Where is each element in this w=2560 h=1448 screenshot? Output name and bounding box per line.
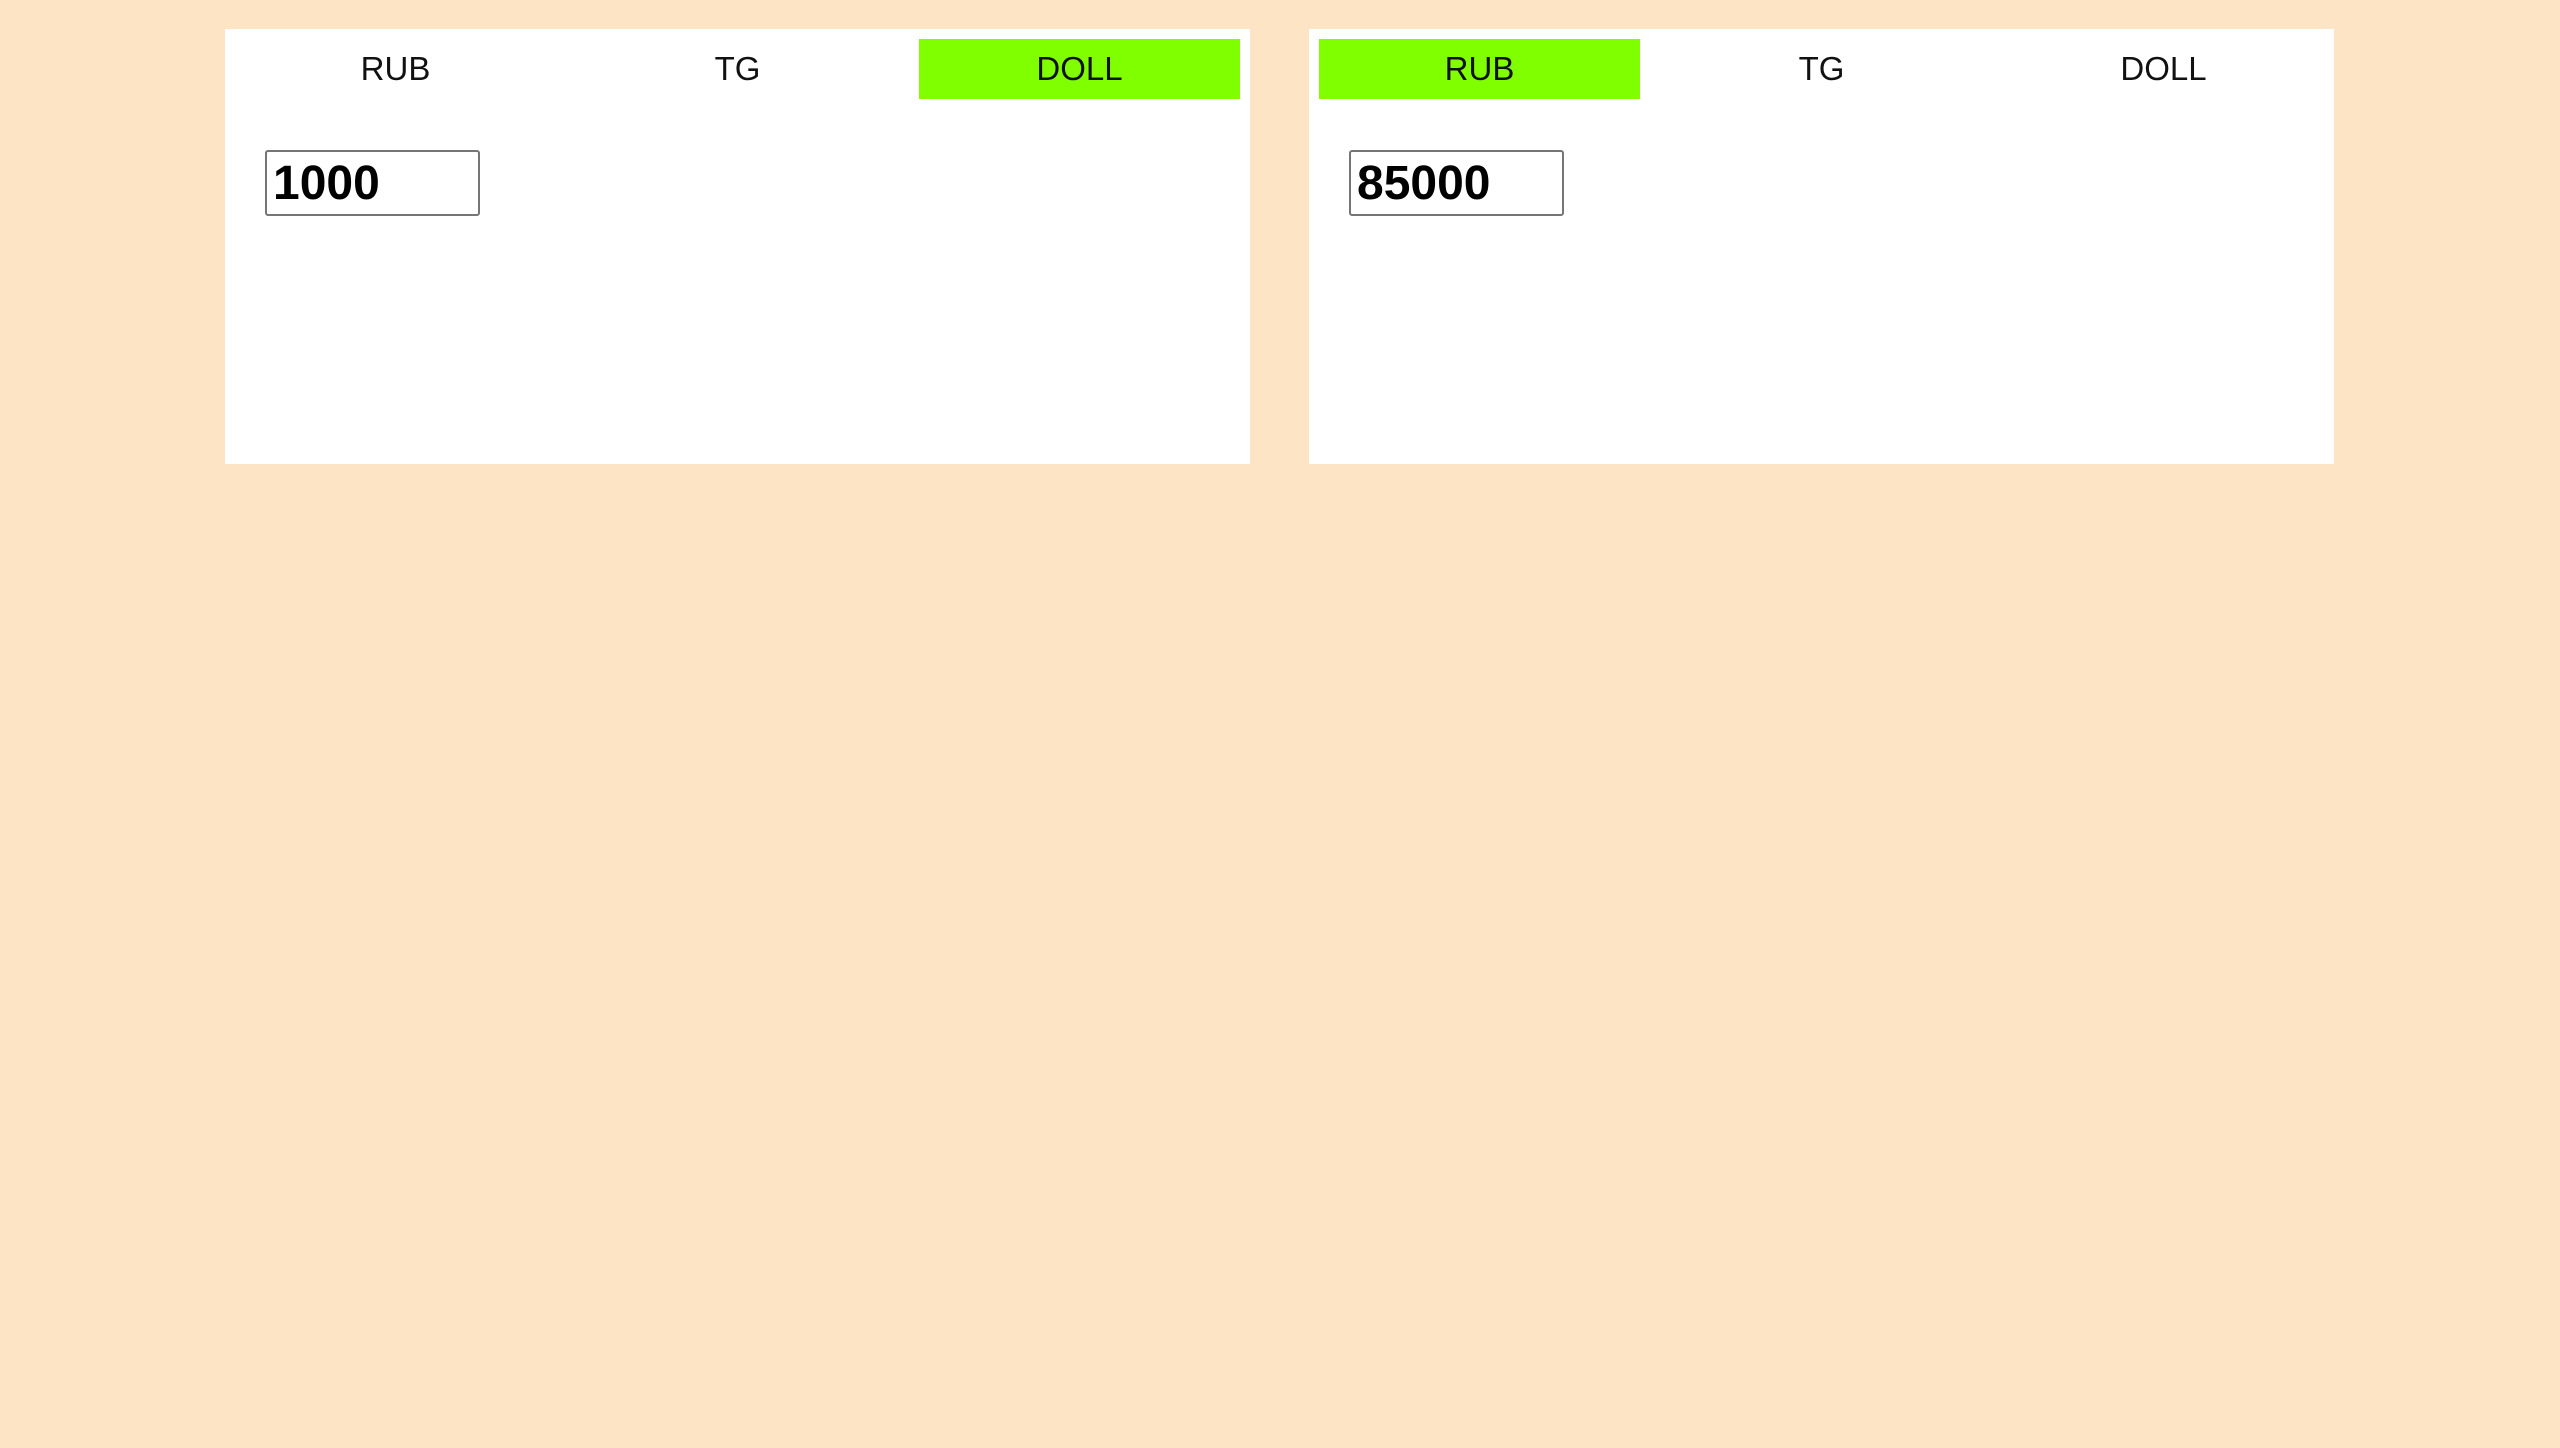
tab-doll[interactable]: DOLL [919,39,1240,99]
currency-tabs: RUB TG DOLL [1319,39,2324,99]
tab-tg[interactable]: TG [1661,39,1982,99]
converted-amount-input[interactable] [1349,150,1564,216]
converter-panel-source: RUB TG DOLL [225,29,1250,464]
tab-rub[interactable]: RUB [1319,39,1640,99]
converter-panel-target: RUB TG DOLL [1309,29,2334,464]
currency-tabs: RUB TG DOLL [235,39,1240,99]
tab-doll[interactable]: DOLL [2003,39,2324,99]
tab-tg[interactable]: TG [577,39,898,99]
tab-rub[interactable]: RUB [235,39,556,99]
amount-input[interactable] [265,150,480,216]
